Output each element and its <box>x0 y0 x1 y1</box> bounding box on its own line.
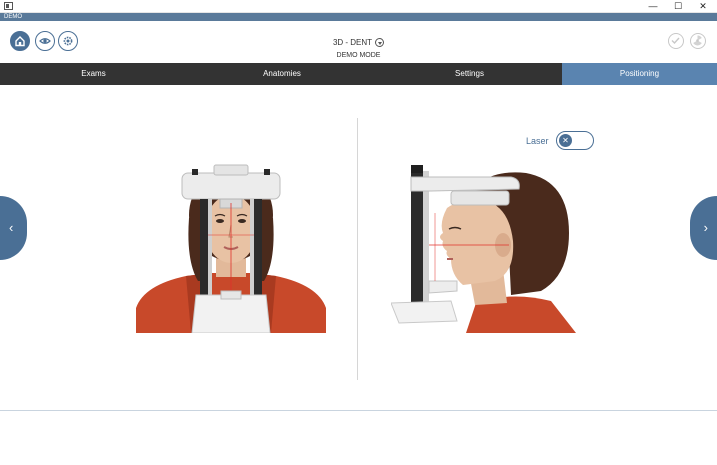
app-label-strip: DEMO <box>0 13 717 21</box>
acquire-button <box>690 33 706 49</box>
window-titlebar: — ☐ ✕ <box>0 0 717 13</box>
chevron-down-icon[interactable] <box>375 38 385 47</box>
footer-area <box>0 411 717 465</box>
confirm-button <box>668 33 684 49</box>
laser-label: Laser <box>526 136 549 146</box>
toggle-off-icon: ✕ <box>559 134 572 147</box>
close-window-button[interactable]: ✕ <box>689 0 717 13</box>
next-arrow-button[interactable]: › <box>690 196 717 260</box>
minimize-button[interactable]: — <box>639 0 667 13</box>
header-title-row[interactable]: 3D - DENT <box>0 38 717 47</box>
front-view-image <box>136 164 326 333</box>
tab-anatomies[interactable]: Anatomies <box>187 63 377 85</box>
radiation-icon <box>693 35 702 46</box>
side-view-image <box>391 165 576 333</box>
view-divider <box>357 118 358 380</box>
check-icon <box>671 37 680 45</box>
tab-settings[interactable]: Settings <box>377 63 562 85</box>
laser-toggle[interactable]: ✕ <box>556 131 594 150</box>
tab-exams[interactable]: Exams <box>0 63 187 85</box>
maximize-button[interactable]: ☐ <box>664 0 692 13</box>
app-icon <box>4 2 13 10</box>
demo-mode-label: DEMO MODE <box>336 52 381 59</box>
product-title: 3D - DENT <box>332 38 373 47</box>
main-tabs: Exams Anatomies Settings Positioning <box>0 63 717 85</box>
tab-positioning[interactable]: Positioning <box>562 63 717 85</box>
app-header: 3D - DENT DEMO MODE <box>0 21 717 63</box>
app-label: DEMO <box>4 14 22 20</box>
positioning-panel: ‹ › Laser ✕ <box>0 85 717 410</box>
previous-arrow-button[interactable]: ‹ <box>0 196 27 260</box>
